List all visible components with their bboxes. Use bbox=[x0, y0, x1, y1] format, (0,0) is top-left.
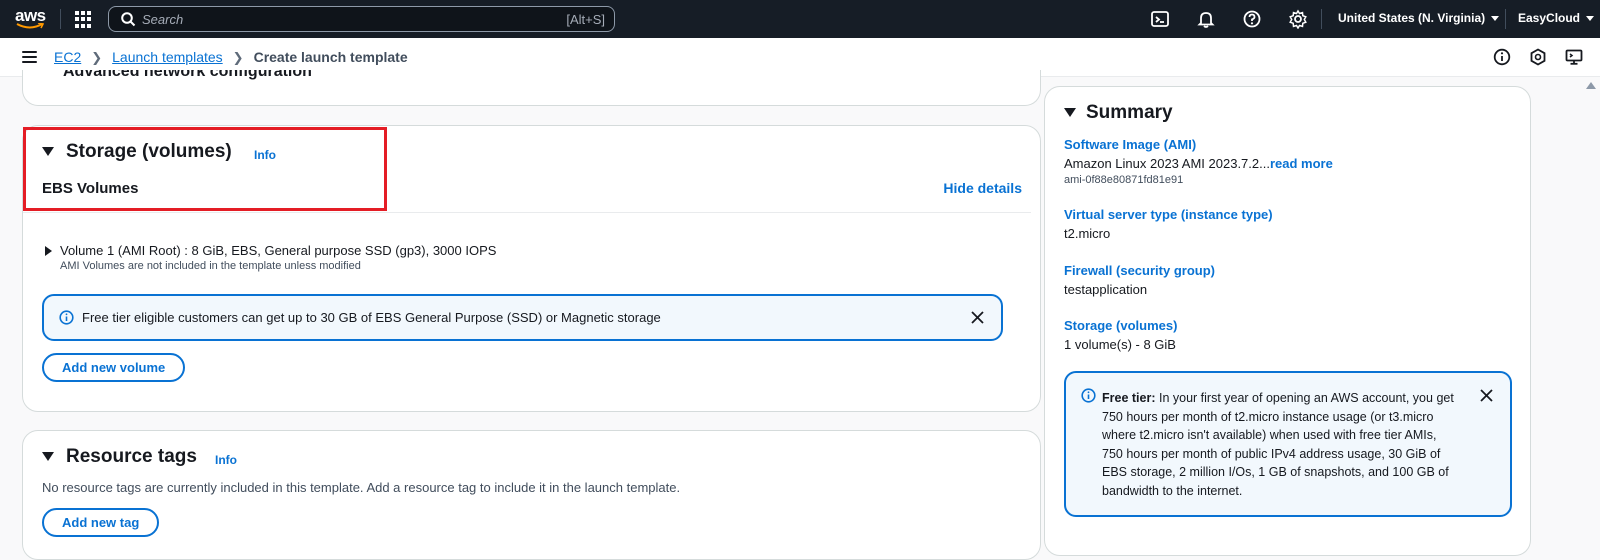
feedback-icon[interactable] bbox=[1529, 48, 1547, 66]
chevron-down-icon bbox=[1586, 16, 1595, 22]
advanced-network-section: Advanced network configuration bbox=[22, 70, 1041, 106]
storage-link[interactable]: Storage (volumes) bbox=[1064, 318, 1177, 333]
collapse-caret-icon[interactable] bbox=[1064, 108, 1076, 117]
expand-caret-icon[interactable] bbox=[45, 246, 52, 256]
menu-icon[interactable] bbox=[22, 51, 37, 63]
free-tier-body: In your first year of opening an AWS acc… bbox=[1102, 391, 1454, 498]
summary-title: Summary bbox=[1086, 102, 1173, 123]
ebs-volumes-heading: EBS Volumes bbox=[42, 180, 139, 197]
region-label: United States (N. Virginia) bbox=[1338, 11, 1486, 25]
account-menu[interactable]: EasyCloud bbox=[1518, 11, 1595, 25]
firewall-value: testapplication bbox=[1064, 282, 1148, 297]
tags-info-link[interactable]: Info bbox=[215, 453, 237, 467]
services-grid-icon[interactable] bbox=[75, 11, 92, 28]
storage-section: Storage (volumes) Info EBS Volumes Hide … bbox=[22, 125, 1041, 412]
info-circle-icon bbox=[59, 310, 74, 325]
instance-type-link[interactable]: Virtual server type (instance type) bbox=[1064, 207, 1273, 222]
search-placeholder: Search bbox=[142, 12, 184, 27]
help-icon[interactable] bbox=[1242, 9, 1262, 29]
scroll-up-arrow-icon[interactable] bbox=[1586, 82, 1596, 89]
settings-icon[interactable] bbox=[1288, 9, 1308, 29]
close-icon[interactable] bbox=[970, 310, 985, 325]
close-icon[interactable] bbox=[1479, 388, 1494, 403]
region-selector[interactable]: United States (N. Virginia) bbox=[1338, 11, 1500, 25]
storage-info-link[interactable]: Info bbox=[254, 148, 276, 162]
search-input[interactable]: Search [Alt+S] bbox=[108, 6, 615, 32]
chevron-down-icon bbox=[1491, 16, 1500, 22]
section-title: Advanced network configuration bbox=[63, 70, 312, 80]
storage-title: Storage (volumes) bbox=[66, 141, 232, 162]
breadcrumb: EC2 ❯ Launch templates ❯ Create launch templ… bbox=[54, 49, 408, 66]
notifications-icon[interactable] bbox=[1196, 9, 1216, 29]
info-circle-icon bbox=[1081, 388, 1096, 403]
summary-storage: Storage (volumes) 1 volume(s) - 8 GiB bbox=[1064, 318, 1177, 352]
nav-divider bbox=[60, 9, 61, 29]
summary-firewall: Firewall (security group) testapplicatio… bbox=[1064, 263, 1215, 297]
collapse-caret-icon[interactable] bbox=[42, 452, 54, 461]
search-icon bbox=[121, 12, 136, 27]
tags-title: Resource tags bbox=[66, 446, 197, 467]
summary-ami: Software Image (AMI) Amazon Linux 2023 A… bbox=[1064, 137, 1333, 186]
free-tier-label: Free tier: bbox=[1102, 391, 1156, 405]
breadcrumb-launch-templates[interactable]: Launch templates bbox=[112, 49, 223, 65]
ami-value: Amazon Linux 2023 AMI 2023.7.2...read mo… bbox=[1064, 156, 1333, 171]
top-navigation: aws Search [Alt+S] United States (N. Vir… bbox=[0, 0, 1600, 38]
read-more-link[interactable]: read more bbox=[1270, 156, 1333, 171]
volume-label: Volume 1 (AMI Root) : 8 GiB, EBS, Genera… bbox=[60, 243, 497, 258]
resource-tags-section: Resource tags Info No resource tags are … bbox=[22, 430, 1041, 560]
info-icon[interactable] bbox=[1493, 48, 1511, 66]
hide-details-button[interactable]: Hide details bbox=[943, 180, 1022, 196]
summary-instance-type: Virtual server type (instance type) t2.m… bbox=[1064, 207, 1273, 241]
storage-value: 1 volume(s) - 8 GiB bbox=[1064, 337, 1176, 352]
search-shortcut: [Alt+S] bbox=[566, 12, 605, 27]
account-label: EasyCloud bbox=[1518, 11, 1581, 25]
summary-panel: Summary Software Image (AMI) Amazon Linu… bbox=[1044, 86, 1531, 556]
aws-logo[interactable]: aws bbox=[15, 6, 47, 32]
free-tier-info: Free tier: In your first year of opening… bbox=[1064, 371, 1512, 517]
divider bbox=[23, 212, 1031, 213]
instance-type-value: t2.micro bbox=[1064, 226, 1111, 241]
nav-divider bbox=[1505, 9, 1506, 29]
breadcrumb-ec2[interactable]: EC2 bbox=[54, 49, 81, 65]
alert-text: Free tier eligible customers can get up … bbox=[82, 310, 661, 325]
add-new-tag-button[interactable]: Add new tag bbox=[42, 508, 160, 537]
nav-divider bbox=[1321, 9, 1322, 29]
add-new-volume-button[interactable]: Add new volume bbox=[42, 353, 186, 382]
free-tier-text: Free tier: In your first year of opening… bbox=[1102, 389, 1457, 500]
console-icon[interactable] bbox=[1565, 48, 1583, 66]
cloudshell-icon[interactable] bbox=[1150, 9, 1170, 29]
ami-link[interactable]: Software Image (AMI) bbox=[1064, 137, 1333, 152]
breadcrumb-current: Create launch template bbox=[253, 49, 408, 65]
chevron-right-icon: ❯ bbox=[232, 50, 244, 65]
chevron-right-icon: ❯ bbox=[91, 50, 103, 65]
collapse-caret-icon[interactable] bbox=[42, 147, 54, 156]
ami-name: Amazon Linux 2023 AMI 2023.7.2... bbox=[1064, 156, 1270, 171]
ami-id: ami-0f88e80871fd81e91 bbox=[1064, 174, 1184, 186]
volume-note: AMI Volumes are not included in the temp… bbox=[60, 260, 361, 272]
free-tier-alert: Free tier eligible customers can get up … bbox=[42, 294, 1003, 341]
firewall-link[interactable]: Firewall (security group) bbox=[1064, 263, 1215, 278]
tags-description: No resource tags are currently included … bbox=[42, 480, 681, 495]
